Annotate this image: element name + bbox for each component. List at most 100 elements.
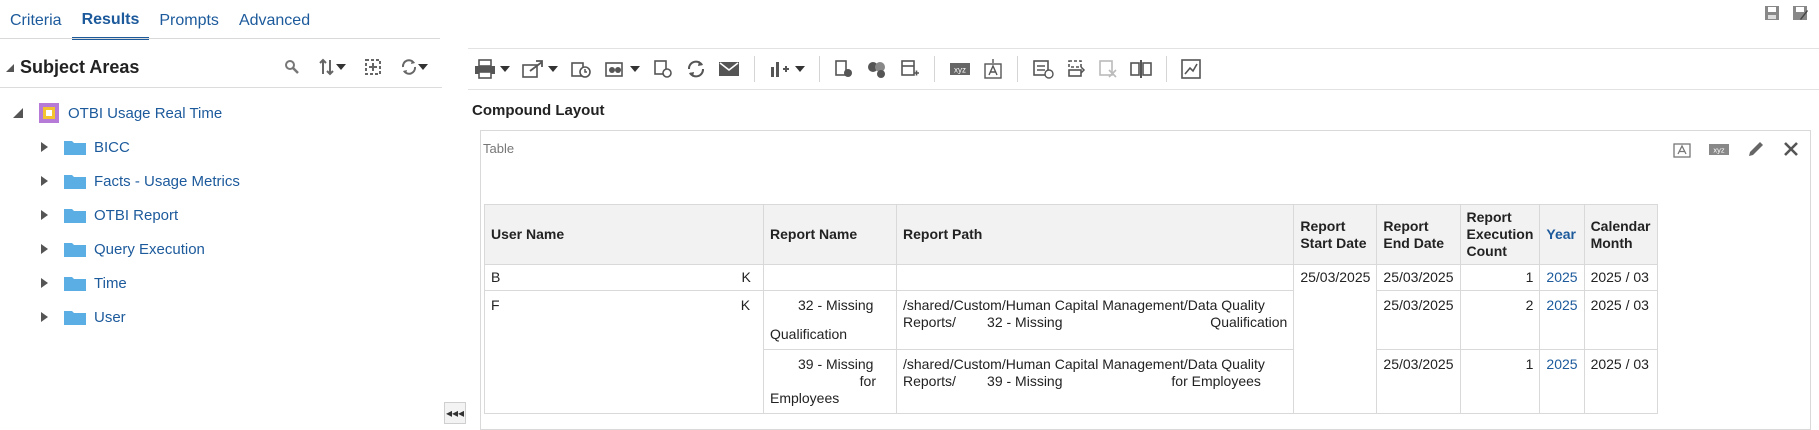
- subject-areas-panel: Subject Areas OTBI Usage Real Time BICC: [0, 48, 442, 430]
- cell-execution-count: 1: [1459, 264, 1541, 291]
- cell-year[interactable]: 2025: [1539, 290, 1585, 350]
- print-button[interactable]: [474, 59, 510, 79]
- search-icon[interactable]: [284, 59, 300, 75]
- compound-icon: [868, 62, 885, 78]
- insert-icon: [1033, 60, 1054, 79]
- tree-item-label: Query Execution: [94, 240, 205, 258]
- table-header-row: User Name Report Name Report Path Report…: [484, 204, 1658, 265]
- tree-item-facts-usage-metrics[interactable]: Facts - Usage Metrics: [0, 164, 442, 198]
- envelope-icon: [719, 62, 739, 76]
- text-a-icon: [984, 59, 1002, 79]
- close-icon[interactable]: [1782, 140, 1800, 163]
- svg-text:xyz: xyz: [954, 66, 966, 75]
- view-type-label: Table: [483, 141, 515, 156]
- tab-criteria[interactable]: Criteria: [0, 12, 72, 40]
- subject-area-tree: OTBI Usage Real Time BICC Facts - Usage …: [0, 88, 442, 334]
- column-header-report-end-date[interactable]: Report End Date: [1376, 204, 1461, 265]
- collapsed-triangle-icon[interactable]: [38, 276, 50, 290]
- refresh-icon: [688, 60, 704, 78]
- paste-button[interactable]: [1066, 59, 1086, 79]
- insert-row-button[interactable]: [1032, 59, 1054, 79]
- export-button[interactable]: [522, 59, 558, 79]
- cell-report-path: [895, 264, 1295, 291]
- tree-item-user[interactable]: User: [0, 300, 442, 334]
- report-name-line: for: [859, 373, 876, 389]
- sort-icon[interactable]: [318, 58, 346, 76]
- column-header-report-execution-count[interactable]: Report Execution Count: [1459, 204, 1541, 265]
- cell-year[interactable]: 2025: [1539, 349, 1585, 414]
- column-header-report-start-date[interactable]: Report Start Date: [1293, 204, 1378, 265]
- tab-prompts[interactable]: Prompts: [149, 12, 229, 40]
- svg-text:xyz: xyz: [1713, 146, 1725, 155]
- tree-item-query-execution[interactable]: Query Execution: [0, 232, 442, 266]
- duplicate-view-button[interactable]: [834, 59, 854, 79]
- cell-report-start-date: 25/03/2025: [1293, 264, 1378, 414]
- collapsed-triangle-icon[interactable]: [38, 242, 50, 256]
- save-icon[interactable]: [1763, 4, 1781, 22]
- column-header-year[interactable]: Year: [1539, 204, 1585, 265]
- table-view-container: Table xyz User Name Report Name Report P…: [480, 130, 1811, 430]
- tabs-divider: [0, 38, 440, 39]
- layout-icon: [901, 60, 919, 76]
- top-right-actions: [1763, 4, 1809, 22]
- collapse-panel-button[interactable]: ◂◂◂: [444, 402, 466, 424]
- print-preview-button[interactable]: [652, 59, 674, 79]
- remove-button: [1098, 59, 1118, 79]
- tree-item-bicc[interactable]: BICC: [0, 130, 442, 164]
- new-compound-button[interactable]: [866, 59, 888, 79]
- collapse-triangle-icon[interactable]: [4, 62, 16, 74]
- swap-columns-button[interactable]: [1130, 59, 1152, 79]
- refresh-dropdown-caret[interactable]: [418, 64, 428, 70]
- collapsed-triangle-icon[interactable]: [38, 310, 50, 324]
- report-path-line: /shared/Custom/Human Capital Management/…: [903, 297, 1265, 313]
- folder-icon: [64, 175, 86, 189]
- xyz-button[interactable]: xyz: [949, 61, 971, 77]
- column-header-calendar-month[interactable]: Calendar Month: [1583, 204, 1658, 265]
- tree-item-label: User: [94, 308, 126, 326]
- briefing-icon: [605, 62, 623, 77]
- cell-year[interactable]: 2025: [1539, 264, 1585, 291]
- report-name-line: 39 - Missing: [798, 356, 874, 372]
- collapsed-triangle-icon[interactable]: [38, 174, 50, 188]
- folder-icon: [64, 277, 86, 291]
- view-tools: xyz: [1672, 139, 1800, 164]
- collapsed-triangle-icon[interactable]: [38, 208, 50, 222]
- xyz-icon: xyz: [950, 63, 970, 75]
- swap-icon: [1130, 60, 1152, 78]
- schedule-button[interactable]: [570, 59, 592, 79]
- chart-properties-button[interactable]: [1181, 59, 1201, 79]
- tab-advanced[interactable]: Advanced: [229, 12, 320, 40]
- format-view-icon[interactable]: [1672, 139, 1692, 164]
- new-view-button[interactable]: [769, 59, 805, 79]
- email-button[interactable]: [718, 60, 740, 78]
- schedule-icon: [571, 62, 591, 78]
- tree-root-label: OTBI Usage Real Time: [68, 104, 223, 122]
- save-as-icon[interactable]: [1791, 4, 1809, 22]
- tree-item-otbi-report[interactable]: OTBI Report: [0, 198, 442, 232]
- cell-report-path: /shared/Custom/Human Capital Management/…: [895, 290, 1295, 350]
- edit-view-icon[interactable]: [1746, 139, 1766, 164]
- results-table: User Name Report Name Report Path Report…: [484, 204, 1658, 414]
- tree-item-time[interactable]: Time: [0, 266, 442, 300]
- column-header-report-path[interactable]: Report Path: [895, 204, 1295, 265]
- chart-properties-icon: [1181, 59, 1201, 79]
- column-header-user-name[interactable]: User Name: [484, 204, 764, 265]
- show-hide-compound-button[interactable]: [900, 59, 920, 79]
- column-header-report-name[interactable]: Report Name: [763, 204, 897, 265]
- subject-areas-title: Subject Areas: [20, 57, 140, 77]
- tree-item-label: OTBI Report: [94, 206, 179, 224]
- add-to-briefing-button[interactable]: [604, 59, 640, 79]
- cell-calendar-month: 2025 / 03: [1583, 349, 1658, 414]
- tree-root-otbi-usage[interactable]: OTBI Usage Real Time: [0, 96, 442, 130]
- add-subject-area-icon[interactable]: [364, 58, 382, 76]
- refresh-icon[interactable]: [400, 58, 428, 76]
- expanded-triangle-icon[interactable]: [12, 106, 24, 120]
- refresh-results-button[interactable]: [686, 59, 706, 79]
- report-name-line: 32 - Missing: [798, 297, 874, 313]
- xyz-view-icon[interactable]: xyz: [1708, 141, 1730, 162]
- collapsed-triangle-icon[interactable]: [38, 140, 50, 154]
- text-edit-button[interactable]: [983, 59, 1003, 79]
- cell-report-end-date: 25/03/2025: [1376, 264, 1461, 291]
- sort-dropdown-caret[interactable]: [336, 64, 346, 70]
- tab-results[interactable]: Results: [71, 11, 150, 40]
